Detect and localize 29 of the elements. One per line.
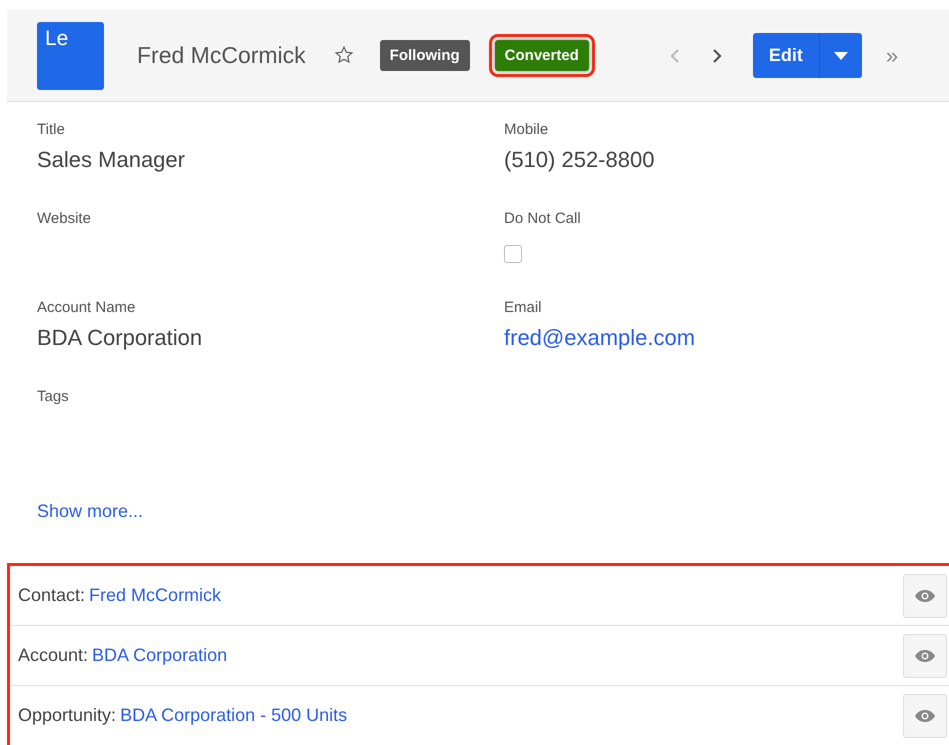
status-label: Converted bbox=[494, 40, 589, 72]
preview-eye-icon[interactable] bbox=[903, 694, 947, 738]
edit-button[interactable]: Edit bbox=[752, 33, 820, 78]
related-link[interactable]: BDA Corporation bbox=[92, 642, 228, 669]
field-label: Website bbox=[37, 209, 92, 228]
field-label: Account Name bbox=[37, 298, 136, 318]
related-label: Opportunity: bbox=[18, 704, 116, 727]
preview-eye-icon[interactable] bbox=[903, 634, 947, 678]
field-label: Email bbox=[504, 298, 543, 318]
related-label: Account: bbox=[18, 644, 88, 667]
record-name: Fred McCormick bbox=[137, 41, 306, 70]
avatar-tile: Le bbox=[37, 22, 104, 90]
field-value: (510) 252-8800 bbox=[504, 146, 656, 174]
related-link[interactable]: Fred McCormick bbox=[89, 582, 222, 609]
show-more-link[interactable]: Show more... bbox=[37, 498, 144, 525]
field-label: Tags bbox=[37, 387, 70, 406]
related-label: Contact: bbox=[18, 584, 86, 607]
status-label: Following bbox=[380, 40, 470, 72]
related-link[interactable]: BDA Corporation - 500 Units bbox=[120, 702, 348, 729]
email-link[interactable]: fred@example.com bbox=[504, 324, 696, 350]
field-label: Title bbox=[37, 120, 66, 140]
field-label: Mobile bbox=[504, 120, 550, 140]
checkbox[interactable] bbox=[504, 244, 522, 262]
field-label: Do Not Call bbox=[504, 209, 582, 228]
field-value: BDA Corporation bbox=[37, 324, 204, 352]
preview-eye-icon[interactable] bbox=[903, 574, 947, 618]
field-value: Sales Manager bbox=[37, 146, 186, 174]
more-button[interactable]: » bbox=[886, 39, 898, 72]
caret-icon[interactable] bbox=[820, 33, 862, 78]
